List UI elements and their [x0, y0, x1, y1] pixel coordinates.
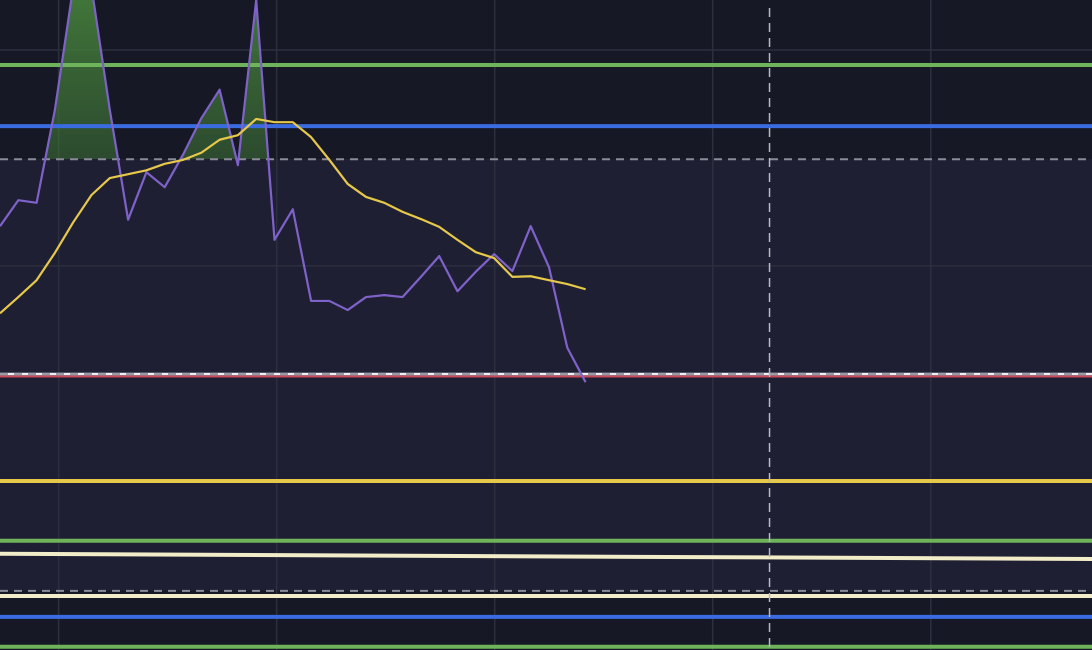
oscillator-chart [0, 0, 1092, 650]
